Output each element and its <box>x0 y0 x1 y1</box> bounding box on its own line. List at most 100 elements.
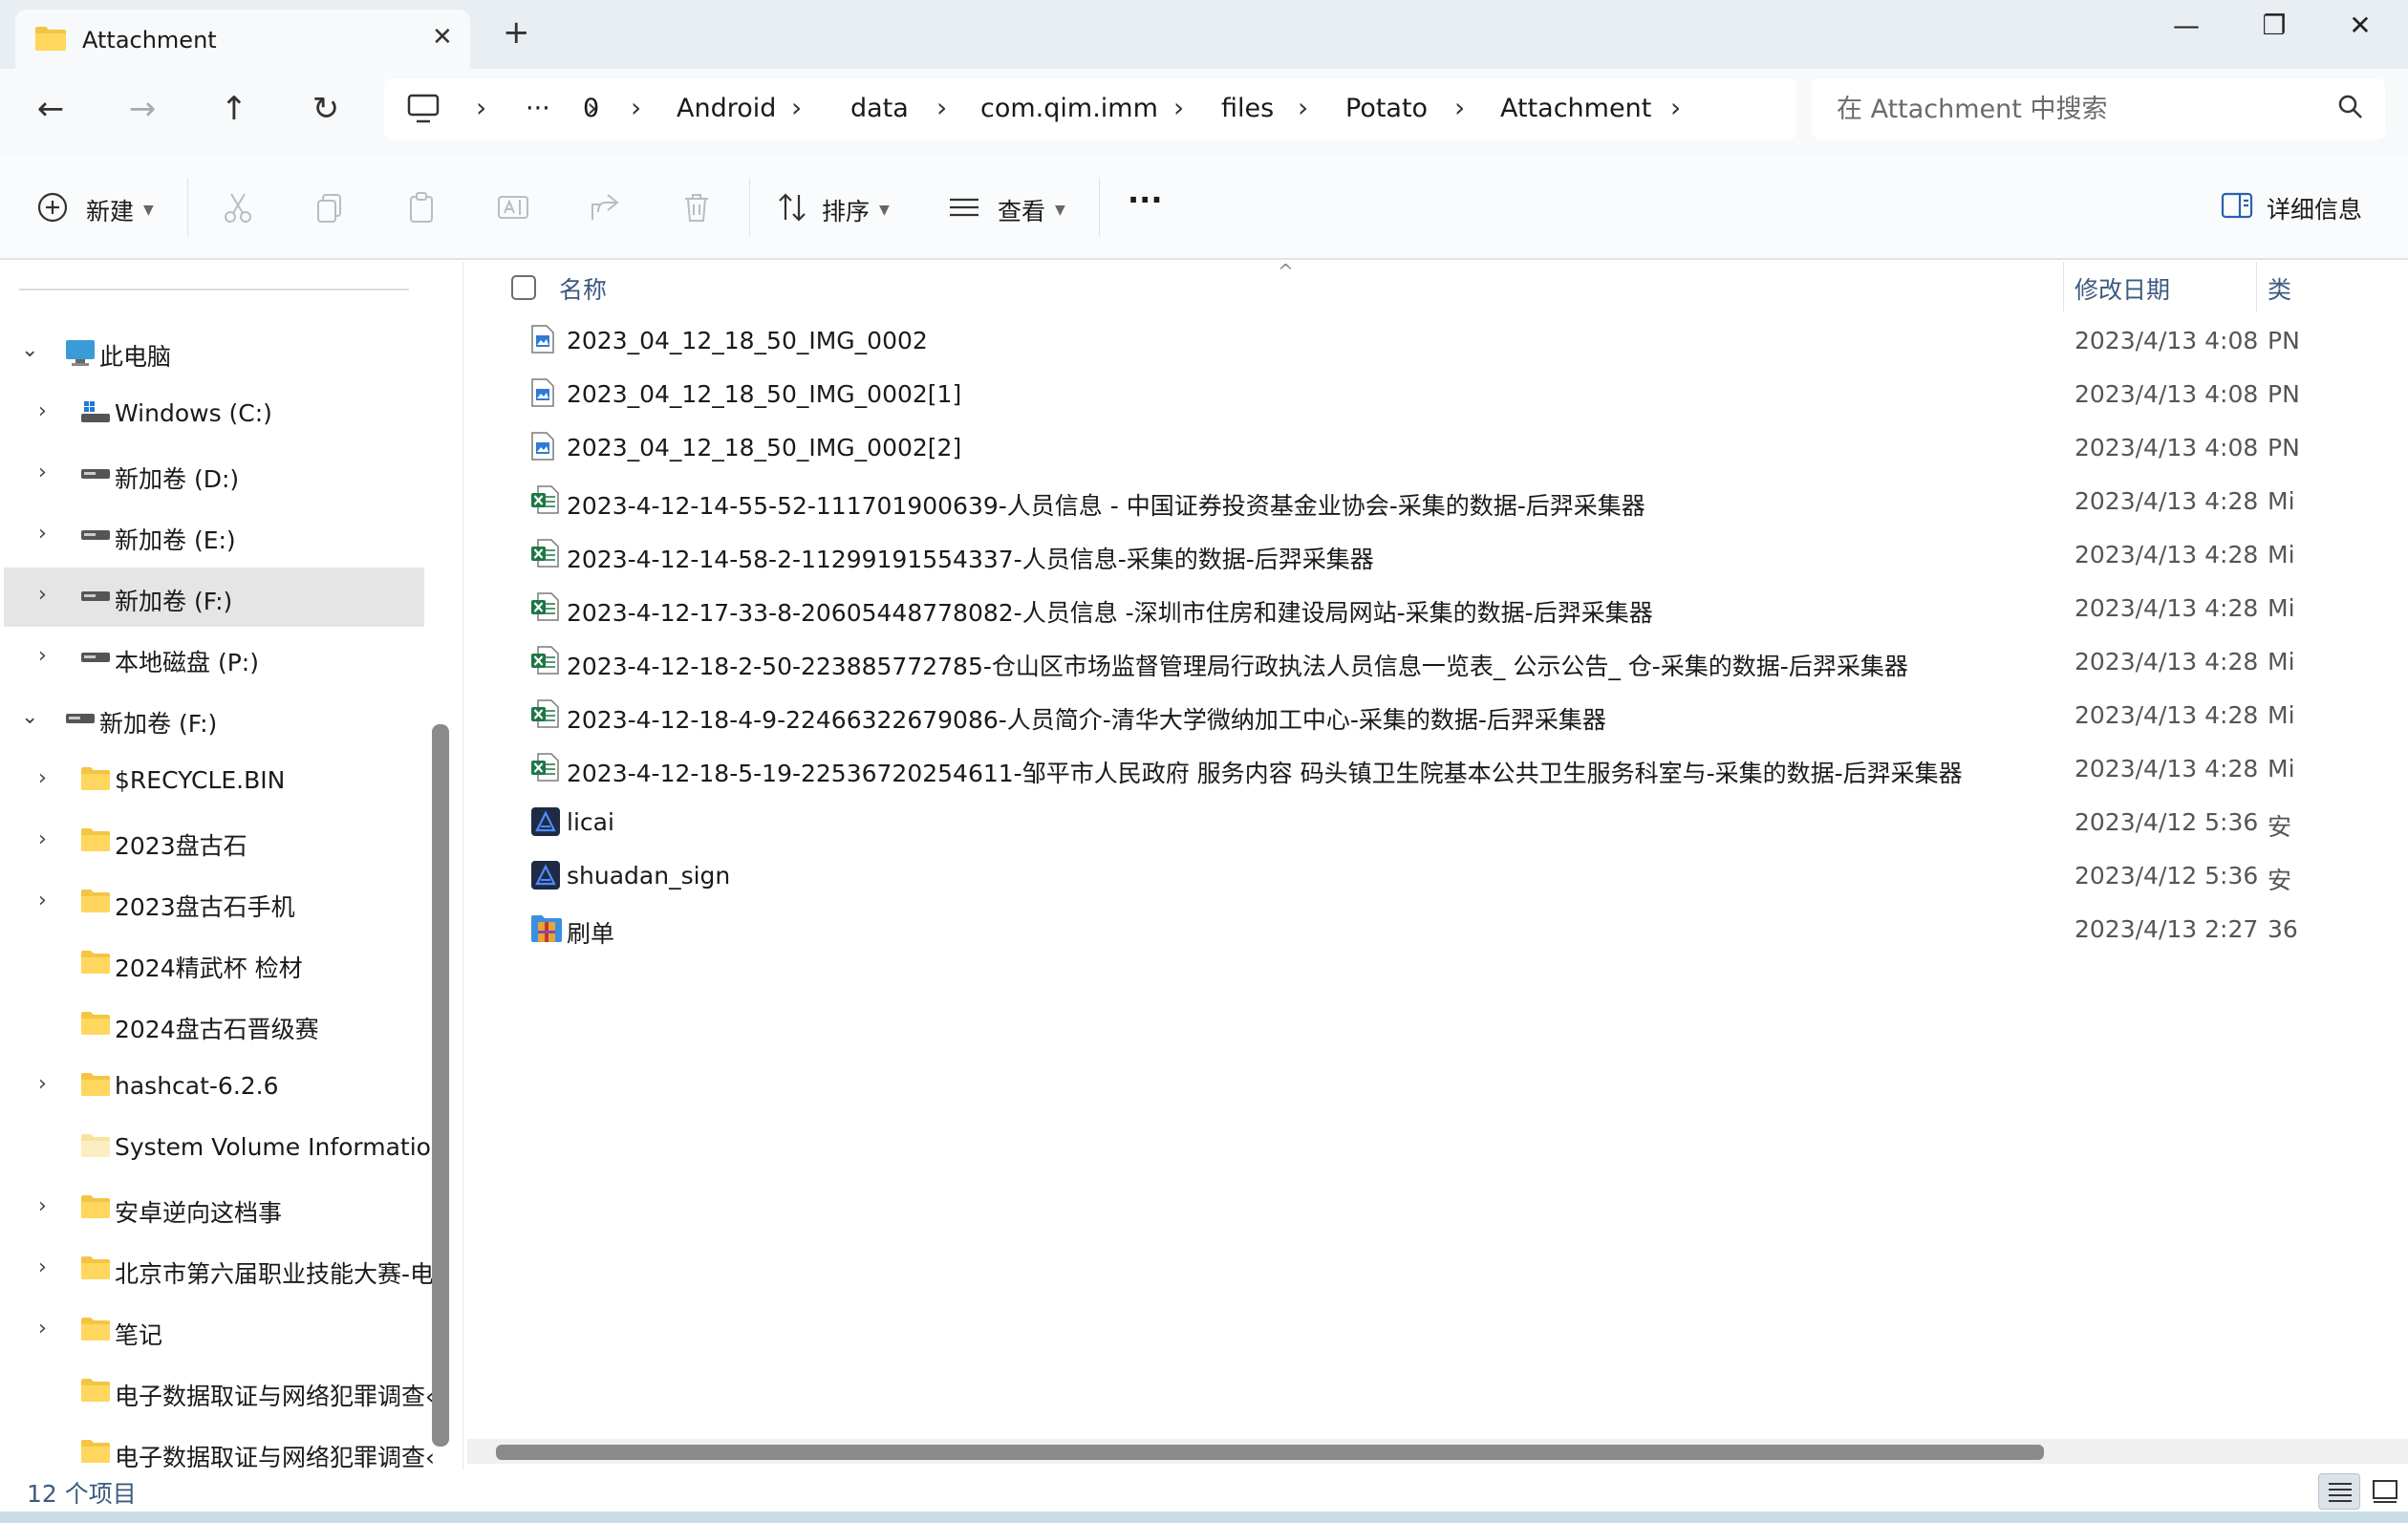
share-button[interactable] <box>589 191 621 229</box>
sidebar-folder[interactable]: › 2023盘古石 <box>4 812 424 871</box>
tab-close-icon[interactable]: ✕ <box>432 23 453 52</box>
sidebar-item-drive-d[interactable]: › 新加卷 (D:) <box>4 445 424 504</box>
sidebar-item-drive-f[interactable]: › 新加卷 (F:) <box>4 568 424 627</box>
sidebar-folder[interactable]: 电子数据取证与网络犯罪调查‹ <box>4 1424 435 1469</box>
sidebar-item-drive-e[interactable]: › 新加卷 (E:) <box>4 506 424 566</box>
breadcrumb-separator-icon[interactable]: › <box>791 92 802 123</box>
breadcrumb-item[interactable]: com.qim.imm <box>980 94 1158 123</box>
file-list[interactable]: 名称 ^ 修改日期 类 2023_04_12_18_50_IMG_0002 202… <box>462 260 2408 1469</box>
chevron-right-icon[interactable]: › <box>38 827 47 851</box>
chevron-right-icon[interactable]: › <box>38 399 47 423</box>
table-row[interactable]: shuadan_sign 2023/4/12 5:36 安 <box>463 848 2408 902</box>
sidebar-folder[interactable]: 2024精武杯 检材 <box>4 934 424 994</box>
chevron-right-icon[interactable]: › <box>38 522 47 546</box>
forward-button[interactable]: → <box>118 90 166 128</box>
breadcrumb-item[interactable]: Attachment <box>1500 94 1651 123</box>
breadcrumb-separator-icon[interactable]: › <box>1173 92 1184 123</box>
chevron-right-icon[interactable]: › <box>38 766 47 790</box>
navigation-pane[interactable]: ⌄ 此电脑 › Windows (C:) › 新加卷 (D:) › 新加卷 (E… <box>0 262 457 1469</box>
sidebar-folder[interactable]: › 笔记 <box>4 1301 424 1361</box>
column-header-type[interactable]: 类 <box>2268 271 2291 306</box>
table-row[interactable]: 2023_04_12_18_50_IMG_0002 2023/4/13 4:08 P… <box>463 313 2408 367</box>
tiles-view-button[interactable] <box>2364 1473 2406 1510</box>
table-row[interactable]: 2023_04_12_18_50_IMG_0002[1] 2023/4/13 4:… <box>463 367 2408 420</box>
search-box[interactable] <box>1812 78 2385 139</box>
sidebar-item-this-pc[interactable]: ⌄ 此电脑 <box>4 323 424 382</box>
breadcrumb-item[interactable]: data <box>850 94 909 123</box>
breadcrumb-separator-icon[interactable]: › <box>1454 92 1465 123</box>
sidebar-folder[interactable]: › 北京市第六届职业技能大赛-电 <box>4 1240 434 1299</box>
table-row[interactable]: 刷单 2023/4/13 2:27 36 <box>463 902 2408 955</box>
view-button[interactable]: 查看 ▼ <box>948 191 1065 229</box>
search-input[interactable] <box>1837 88 2314 130</box>
breadcrumb-separator-icon[interactable]: › <box>476 92 486 123</box>
sidebar-folder[interactable]: › hashcat-6.2.6 <box>4 1057 424 1116</box>
sidebar-folder[interactable]: 2024盘古石晋级赛 <box>4 996 424 1055</box>
breadcrumb-separator-icon[interactable]: › <box>936 92 947 123</box>
close-window-button[interactable]: ✕ <box>2332 10 2389 41</box>
horizontal-scrollbar-thumb[interactable] <box>496 1445 2044 1460</box>
column-divider[interactable] <box>2063 262 2064 311</box>
table-row[interactable]: 2023-4-12-14-55-52-111701900639-人员信息 - 中… <box>463 474 2408 527</box>
sidebar-item-drive-p[interactable]: › 本地磁盘 (P:) <box>4 629 424 688</box>
chevron-right-icon[interactable]: › <box>38 1194 47 1218</box>
paste-button[interactable] <box>405 191 438 229</box>
table-row[interactable]: 2023_04_12_18_50_IMG_0002[2] 2023/4/13 4:… <box>463 420 2408 474</box>
sidebar-folder[interactable]: › 安卓逆向这档事 <box>4 1179 424 1238</box>
sidebar-folder[interactable]: › 2023盘古石手机 <box>4 873 424 933</box>
sidebar-item-label: 电子数据取证与网络犯罪调查‹ <box>115 1444 435 1469</box>
details-view-button[interactable] <box>2318 1473 2360 1510</box>
breadcrumb-separator-icon[interactable]: › <box>1298 92 1308 123</box>
chevron-right-icon[interactable]: › <box>38 1072 47 1096</box>
up-button[interactable]: ↑ <box>210 90 258 128</box>
chevron-right-icon[interactable]: › <box>38 644 47 668</box>
address-bar[interactable]: › ··· › 0 › Android › data › com.qim.imm… <box>384 78 1796 139</box>
refresh-button[interactable]: ↻ <box>302 90 350 128</box>
delete-button[interactable] <box>680 191 713 229</box>
chevron-down-icon[interactable]: ⌄ <box>21 338 38 362</box>
column-header-name[interactable]: 名称 <box>559 271 607 306</box>
maximize-button[interactable]: ❐ <box>2246 10 2303 41</box>
sort-button[interactable]: 排序 ▼ <box>776 191 890 229</box>
sidebar-item-drive-c[interactable]: › Windows (C:) <box>4 384 424 443</box>
table-row[interactable]: 2023-4-12-17-33-8-20605448778082-人员信息 -深… <box>463 581 2408 634</box>
breadcrumb-more[interactable]: ··· <box>526 94 550 123</box>
minimize-button[interactable]: — <box>2158 10 2215 41</box>
more-options-button[interactable]: ··· <box>1128 182 1162 218</box>
breadcrumb-separator-icon[interactable]: › <box>1670 92 1681 123</box>
new-button[interactable]: 新建 ▼ <box>36 191 154 229</box>
rename-button[interactable] <box>497 191 529 229</box>
copy-button[interactable] <box>313 191 346 229</box>
new-tab-button[interactable]: + <box>503 13 530 52</box>
sidebar-folder[interactable]: System Volume Information <box>4 1118 446 1177</box>
details-pane-button[interactable]: 详细信息 <box>2221 191 2362 225</box>
table-row[interactable]: licai 2023/4/12 5:36 安 <box>463 795 2408 848</box>
chevron-right-icon[interactable]: › <box>38 1317 47 1341</box>
table-row[interactable]: 2023-4-12-18-2-50-223885772785-仓山区市场监督管理… <box>463 634 2408 688</box>
chevron-down-icon[interactable]: ⌄ <box>21 705 38 729</box>
back-button[interactable]: ← <box>27 90 75 128</box>
chevron-right-icon[interactable]: › <box>38 461 47 484</box>
breadcrumb-item[interactable]: files <box>1221 94 1274 123</box>
sidebar-item-drive-f-expanded[interactable]: ⌄ 新加卷 (F:) <box>4 690 424 749</box>
sidebar-folder[interactable]: 电子数据取证与网络犯罪调查‹ <box>4 1362 435 1422</box>
tab-attachment[interactable]: Attachment ✕ <box>15 10 470 69</box>
breadcrumb-item[interactable]: 0 <box>583 94 599 123</box>
nav-scrollbar[interactable] <box>432 724 449 1447</box>
chevron-right-icon[interactable]: › <box>38 583 47 607</box>
search-icon[interactable] <box>2337 94 2364 124</box>
breadcrumb-separator-icon[interactable]: › <box>631 92 641 123</box>
column-header-modified[interactable]: 修改日期 <box>2075 271 2170 306</box>
table-row[interactable]: 2023-4-12-14-58-2-11299191554337-人员信息-采集… <box>463 527 2408 581</box>
chevron-right-icon[interactable]: › <box>38 1255 47 1279</box>
column-divider[interactable] <box>2256 262 2257 311</box>
chevron-right-icon[interactable]: › <box>38 889 47 912</box>
select-all-checkbox[interactable] <box>511 275 536 300</box>
table-row[interactable]: 2023-4-12-18-5-19-22536720254611-邹平市人民政府… <box>463 741 2408 795</box>
breadcrumb-item[interactable]: Android <box>677 94 776 123</box>
cut-button[interactable] <box>222 191 254 229</box>
table-row[interactable]: 2023-4-12-18-4-9-22466322679086-人员简介-清华大… <box>463 688 2408 741</box>
computer-icon[interactable] <box>407 94 440 128</box>
sidebar-folder[interactable]: › $RECYCLE.BIN <box>4 751 424 810</box>
breadcrumb-item[interactable]: Potato <box>1345 94 1428 123</box>
